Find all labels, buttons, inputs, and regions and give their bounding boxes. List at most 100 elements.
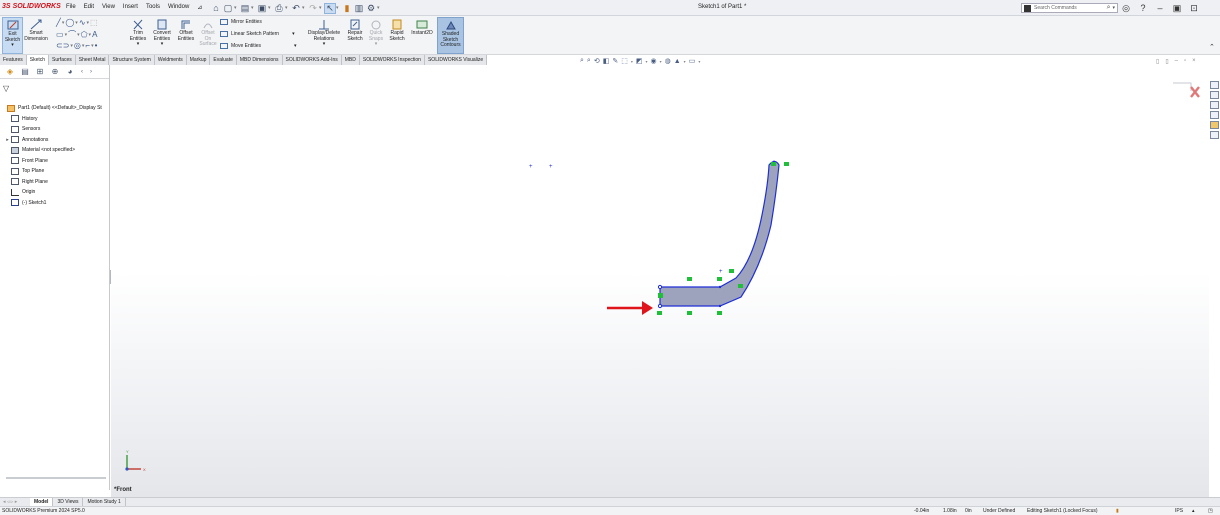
search-commands[interactable]: Search Commands ⌕ ▾ xyxy=(1021,3,1118,13)
tab-sketch[interactable]: Sketch xyxy=(26,55,50,65)
tree-item-material[interactable]: Material <not specified> xyxy=(0,145,110,156)
point-icon[interactable]: • xyxy=(95,41,98,50)
polygon-dropdown-icon[interactable]: ▾ xyxy=(89,32,92,38)
polygon-icon[interactable]: ⬠ xyxy=(81,30,88,39)
tree-item-top-plane[interactable]: Top Plane xyxy=(0,166,110,177)
menu-view[interactable]: View xyxy=(102,4,115,11)
tree-item-sketch1[interactable]: (-) Sketch1 xyxy=(0,198,110,209)
tab-mbd[interactable]: MBD xyxy=(341,55,360,65)
offset-on-surface-button[interactable]: Offset On Surface xyxy=(199,17,217,54)
quick-snaps-dropdown-icon[interactable]: ▾ xyxy=(375,41,378,48)
solidworks-logo[interactable]: 3S SOLIDWORKS xyxy=(2,3,61,10)
tabs-scroll-left-icon[interactable]: ‹ xyxy=(78,66,86,77)
dimxpert-tab-icon[interactable]: ⊕ xyxy=(48,66,62,77)
linear-sketch-pattern-button[interactable]: Linear Sketch Pattern ▾ xyxy=(220,31,295,37)
save-icon[interactable]: ▣ xyxy=(256,3,268,14)
tab-model[interactable]: Model xyxy=(30,498,54,506)
file-properties-icon[interactable]: ▥ xyxy=(353,3,365,14)
tab-mbd-dimensions[interactable]: MBD Dimensions xyxy=(236,55,283,65)
open-icon[interactable]: ▤ xyxy=(239,3,251,14)
tab-solidworks-inspection[interactable]: SOLIDWORKS Inspection xyxy=(359,55,425,65)
view-orientation-dropdown-icon[interactable]: ▾ xyxy=(631,59,633,64)
viewport-close-icon[interactable]: × xyxy=(1192,58,1196,65)
tab-3d-views[interactable]: 3D Views xyxy=(53,498,84,506)
graphics-area[interactable]: + + + Y X *Front xyxy=(111,65,1209,497)
sketch-text-icon[interactable]: A xyxy=(92,30,97,39)
horizontal-relation-icon[interactable] xyxy=(687,311,692,315)
menu-edit[interactable]: Edit xyxy=(84,4,94,11)
apply-scene-dropdown-icon[interactable]: ▾ xyxy=(684,59,686,64)
quick-snaps-button[interactable]: Quick Snaps ▾ xyxy=(367,17,385,54)
line-dropdown-icon[interactable]: ▾ xyxy=(62,20,65,26)
pin-icon[interactable]: ⊿ xyxy=(197,4,202,11)
horizontal-relation-icon[interactable] xyxy=(687,277,692,281)
sketch-shaded-region[interactable] xyxy=(659,160,780,307)
dynamic-annotation-icon[interactable]: ✎ xyxy=(612,57,618,65)
convert-entities-button[interactable]: Convert Entities ▾ xyxy=(150,17,174,54)
sketch-endpoint[interactable] xyxy=(657,303,663,309)
menu-tools[interactable]: Tools xyxy=(146,4,160,11)
undo-icon[interactable]: ↶ xyxy=(290,3,302,14)
ellipse-icon[interactable]: ◎ xyxy=(74,41,81,50)
vertical-relation-icon[interactable] xyxy=(658,293,663,298)
tab-solidworks-add-ins[interactable]: SOLIDWORKS Add-Ins xyxy=(282,55,342,65)
slot-dropdown-icon[interactable]: ▾ xyxy=(70,43,73,49)
viewport-split-icon[interactable]: ▯ xyxy=(1165,58,1168,65)
sketch-endpoint[interactable] xyxy=(718,304,722,308)
tab-structure-system[interactable]: Structure System xyxy=(109,55,155,65)
rectangle-icon[interactable]: ▭ xyxy=(56,30,64,39)
display-delete-relations-button[interactable]: Display/Delete Relations ▾ xyxy=(305,17,343,54)
tab-navigation-arrows-icon[interactable]: ◂ ◃ ▹ ▸ xyxy=(0,498,30,506)
new-document-icon[interactable]: ▢ xyxy=(222,3,234,14)
spline-dropdown-icon[interactable]: ▾ xyxy=(87,20,90,26)
account-icon[interactable]: ◎ xyxy=(1120,2,1132,14)
search-dropdown-icon[interactable]: ▾ xyxy=(1112,5,1115,11)
hide-show-dropdown-icon[interactable]: ▾ xyxy=(660,59,662,64)
view-settings-dropdown-icon[interactable]: ▾ xyxy=(698,59,700,64)
tabs-scroll-right-icon[interactable]: › xyxy=(87,66,95,77)
file-explorer-icon[interactable] xyxy=(1210,101,1219,109)
design-library-icon[interactable] xyxy=(1210,91,1219,99)
tangent-relation-icon[interactable] xyxy=(717,311,722,315)
help-icon[interactable]: ? xyxy=(1137,2,1149,14)
search-icon[interactable]: ⌕ xyxy=(1107,4,1111,12)
custom-properties-icon[interactable] xyxy=(1210,131,1219,139)
ellipse-dropdown-icon[interactable]: ▾ xyxy=(82,43,85,49)
spline-icon[interactable]: ∿ xyxy=(79,18,86,27)
smart-dimension-button[interactable]: Smart Dimension xyxy=(24,17,48,54)
tree-item-front-plane[interactable]: Front Plane xyxy=(0,156,110,167)
apply-scene-icon[interactable]: ▲ xyxy=(674,58,681,65)
unit-dropdown-icon[interactable]: ▴ xyxy=(1192,508,1195,514)
confirmation-corner[interactable] xyxy=(1173,82,1200,98)
fillet-dropdown-icon[interactable]: ▾ xyxy=(91,43,94,49)
tab-weldments[interactable]: Weldments xyxy=(154,55,187,65)
sketch-canvas[interactable]: + + + Y X xyxy=(111,65,1209,497)
tree-item-part1[interactable]: Part1 (Default) <<Default>_Display St xyxy=(0,103,110,114)
repair-sketch-button[interactable]: Repair Sketch xyxy=(344,17,366,54)
viewport-restore-icon[interactable]: ▫ xyxy=(1184,58,1186,65)
offset-entities-button[interactable]: Offset Entities xyxy=(175,17,197,54)
customize-status-icon[interactable]: ◳ xyxy=(1208,508,1213,514)
view-orientation-icon[interactable]: ⬚ xyxy=(621,57,628,65)
slot-icon[interactable]: ⊂⊃ xyxy=(56,41,69,50)
pattern-dropdown-icon[interactable]: ▾ xyxy=(292,31,295,37)
move-entities-button[interactable]: Move Entities ▾ xyxy=(220,43,297,49)
sketch-endpoint[interactable] xyxy=(718,285,722,289)
close-icon[interactable]: ⊡ xyxy=(1188,2,1200,14)
circle-icon[interactable]: ◯ xyxy=(65,18,74,27)
tree-item-sensors[interactable]: Sensors xyxy=(0,124,110,135)
display-style-icon[interactable]: ◩ xyxy=(636,57,643,65)
rebuild-icon[interactable]: ▮ xyxy=(1116,508,1119,514)
edit-appearance-icon[interactable]: ◍ xyxy=(665,57,671,65)
tab-markup[interactable]: Markup xyxy=(186,55,211,65)
cancel-sketch-icon[interactable] xyxy=(1190,86,1200,98)
tab-features[interactable]: Features xyxy=(0,55,27,65)
tree-item-right-plane[interactable]: Right Plane xyxy=(0,177,110,188)
print-icon[interactable]: ⎙ xyxy=(273,3,285,14)
options-gear-icon[interactable]: ⚙ xyxy=(365,3,377,14)
line-icon[interactable]: ╱ xyxy=(56,18,61,27)
view-palette-icon[interactable] xyxy=(1210,111,1219,119)
tree-item-origin[interactable]: Origin xyxy=(0,187,110,198)
traffic-light-icon[interactable]: ▮ xyxy=(341,3,353,14)
expand-toggle[interactable]: ▸ xyxy=(4,137,11,143)
